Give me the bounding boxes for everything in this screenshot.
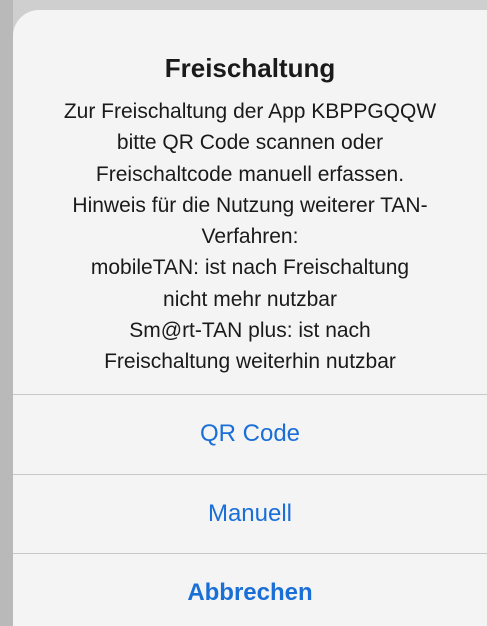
alert-message-line: Sm@rt-TAN plus: ist nach [129,319,371,343]
manual-entry-button[interactable]: Manuell [13,476,487,552]
alert-content: Freischaltung Zur Freischaltung der App … [13,10,487,392]
alert-message-line: bitte QR Code scannen oder [116,131,384,155]
divider [13,474,487,475]
qr-code-button[interactable]: QR Code [13,396,487,472]
alert-message-line: mobileTAN: ist nach Freischaltung [90,256,410,280]
cancel-button[interactable]: Abbrechen [13,555,487,626]
alert-message-line: nicht mehr nutzbar [163,287,337,311]
alert-message-line: Hinweis für die Nutzung weiterer TAN- [72,193,428,217]
divider [13,553,487,554]
alert-message-line: Verfahren: [201,225,299,249]
unlock-alert-dialog: Freischaltung Zur Freischaltung der App … [13,10,487,626]
backdrop-edge [0,0,13,626]
alert-message-line: Zur Freischaltung der App KBPPGQQW [63,100,437,123]
alert-message-line: Freischaltung weiterhin nutzbar [104,350,396,374]
alert-message-line: Freischaltcode manuell erfassen. [95,162,405,186]
alert-message: Zur Freischaltung der App KBPPGQQW bitte… [29,96,471,378]
divider [13,394,487,395]
alert-title: Freischaltung [164,53,336,83]
